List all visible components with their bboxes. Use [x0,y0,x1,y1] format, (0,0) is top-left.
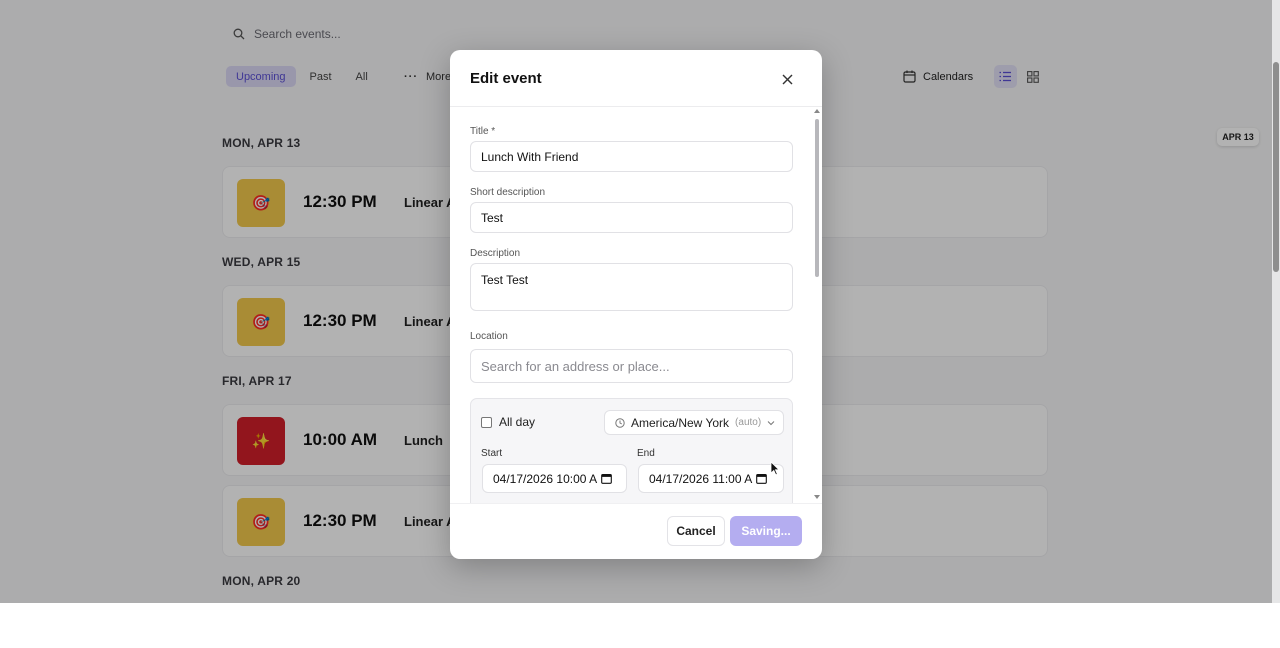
timezone-value: America/New York [631,415,730,430]
edit-event-dialog: Edit event Title * Lunch With Friend Sho… [450,50,822,559]
dialog-title: Edit event [470,70,542,87]
calendar-picker-icon[interactable] [601,473,612,484]
save-button[interactable]: Saving... [730,516,802,546]
all-day-checkbox[interactable] [481,416,492,428]
description-label: Description [470,248,521,259]
end-datetime-input[interactable]: 04/17/2026 11:00 A [638,464,784,493]
timezone-select[interactable]: America/New York (auto) [604,410,784,435]
title-input[interactable]: Lunch With Friend [470,141,793,172]
short-description-input[interactable]: Test [470,202,793,233]
title-label: Title * [470,126,496,137]
chevron-down-icon [767,420,775,425]
dialog-scrollbar-thumb[interactable] [815,119,819,277]
location-search-input[interactable]: Search for an address or place... [470,349,793,383]
end-label: End [637,448,655,459]
dialog-form: Title * Lunch With Friend Short descript… [450,107,822,503]
close-button[interactable] [776,68,798,90]
close-icon [782,74,792,84]
dialog-scrollbar[interactable] [813,107,821,503]
location-label: Location [470,331,508,342]
start-label: Start [481,448,503,459]
cancel-button[interactable]: Cancel [667,516,725,546]
clock-icon [615,417,625,428]
page-scrollbar[interactable] [1272,0,1280,603]
short-description-label: Short description [470,187,546,198]
timezone-auto-note: (auto) [735,417,762,428]
start-datetime-input[interactable]: 04/17/2026 10:00 A [482,464,627,493]
mouse-cursor-icon [770,461,780,476]
start-datetime-value: 04/17/2026 10:00 A [493,471,598,486]
all-day-label: All day [499,415,536,429]
date-time-section: All day America/New York (auto) Start 04… [470,398,793,503]
page-bottom-area [0,603,1280,648]
scroll-down-arrow-icon[interactable] [814,495,820,499]
events-page: Search events... Upcoming Past All ··· M… [0,0,1280,603]
page-scrollbar-thumb[interactable] [1273,62,1279,272]
divider [450,503,822,504]
description-textarea[interactable]: Test Test [470,263,793,311]
calendar-picker-icon[interactable] [756,473,768,484]
all-day-toggle[interactable]: All day [481,415,535,429]
scroll-up-arrow-icon[interactable] [814,109,820,113]
end-datetime-value: 04/17/2026 11:00 A [649,471,753,486]
